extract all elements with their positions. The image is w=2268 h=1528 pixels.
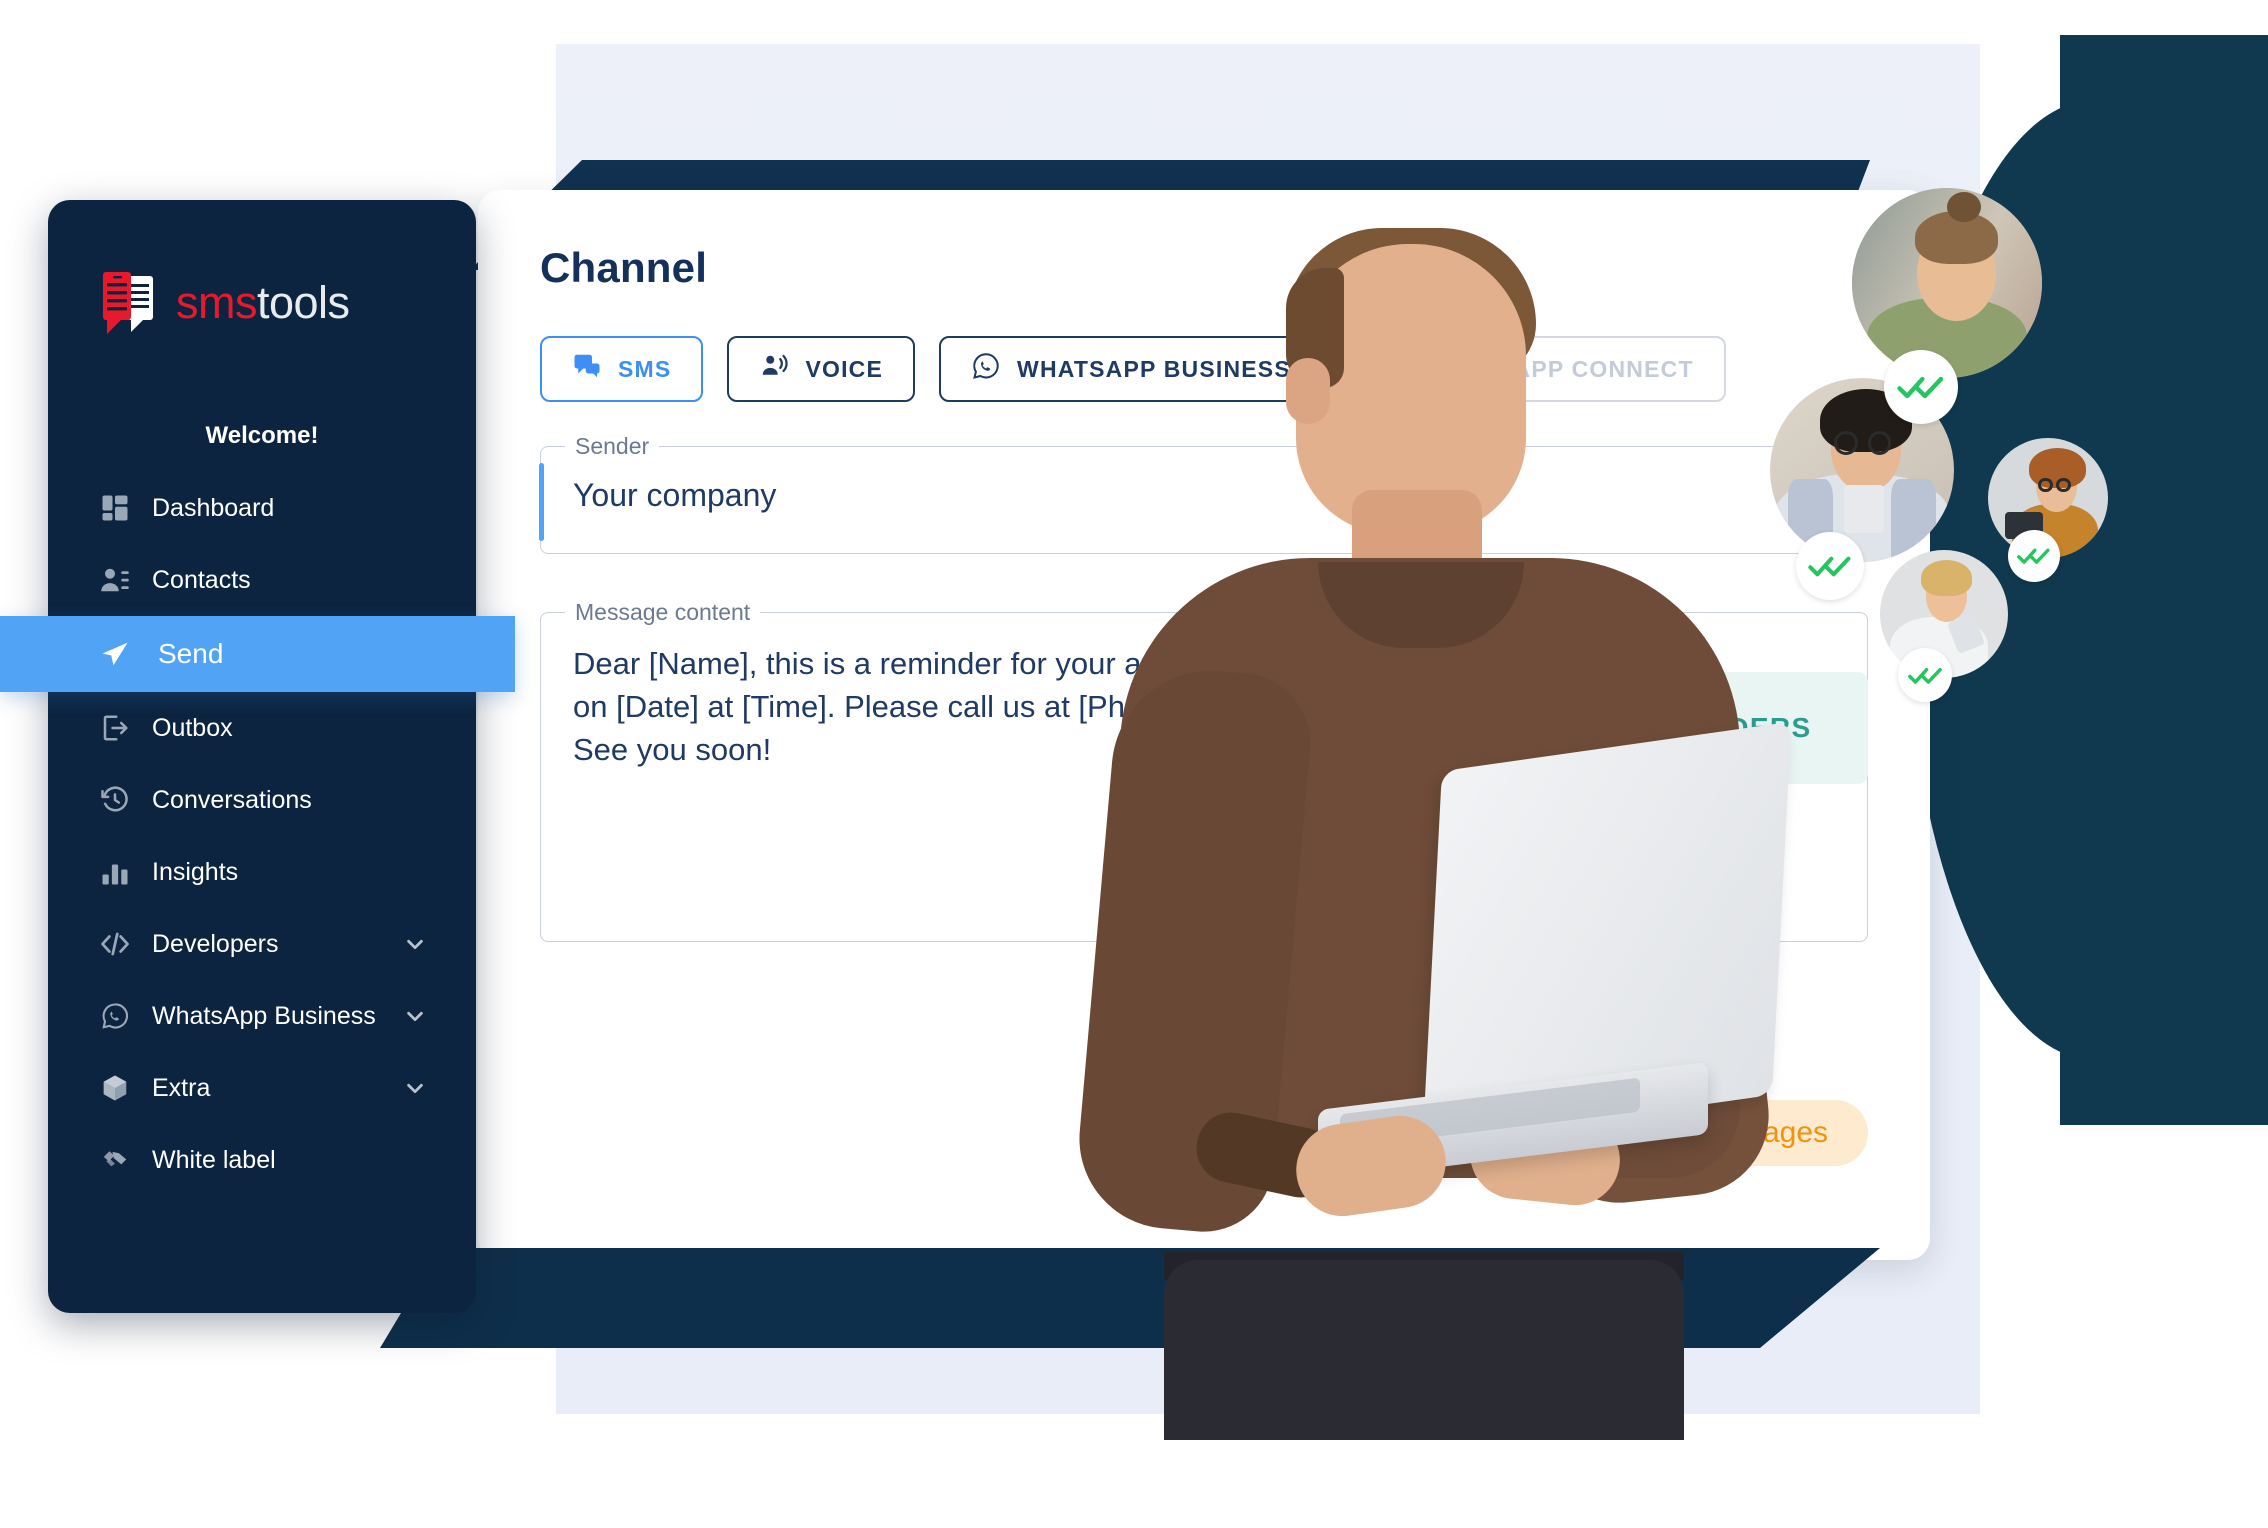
contacts-person-icon bbox=[98, 563, 132, 597]
sidebar-item-conversations[interactable]: Conversations bbox=[48, 764, 476, 836]
sidebar-item-dashboard[interactable]: Dashboard bbox=[48, 472, 476, 544]
page-title: Channel bbox=[540, 244, 708, 291]
app-window-card: Channel SMS VOICE WHATSAPP BUSINESS WHAT… bbox=[478, 190, 1930, 1260]
sidebar-item-label: Developers bbox=[152, 929, 279, 958]
tab-whatsapp-connect-label: WHATSAPP CONNECT bbox=[1424, 355, 1694, 382]
sidebar-item-outbox[interactable]: Outbox bbox=[48, 692, 476, 764]
grid-dashboard-icon bbox=[98, 491, 132, 525]
sidebar-item-insights[interactable]: Insights bbox=[48, 836, 476, 908]
sidebar-item-label: Extra bbox=[152, 1073, 211, 1102]
tab-voice[interactable]: VOICE bbox=[727, 336, 916, 402]
whatsapp-icon bbox=[1379, 351, 1409, 387]
manage-senders-button[interactable]: MANAGE SENDERS bbox=[1468, 672, 1868, 784]
cube-box-icon bbox=[98, 1071, 132, 1105]
background-navy-band-bottom bbox=[380, 1248, 1880, 1348]
handshake-icon bbox=[98, 1143, 132, 1177]
double-check-icon bbox=[2008, 530, 2060, 582]
sidebar: smstools Welcome! Dashboard Contacts Sen… bbox=[0, 200, 515, 1313]
sidebar-item-label: Insights bbox=[152, 857, 239, 886]
background-teal-panel bbox=[2060, 35, 2268, 1125]
double-check-icon bbox=[1796, 532, 1864, 600]
paper-plane-icon bbox=[98, 637, 132, 671]
code-brackets-icon bbox=[98, 927, 132, 961]
sidebar-item-developers[interactable]: Developers bbox=[48, 908, 476, 980]
sidebar-item-send[interactable]: Send bbox=[0, 616, 515, 692]
tab-sms-label: SMS bbox=[618, 355, 672, 382]
sidebar-item-label: White label bbox=[152, 1145, 276, 1174]
sender-field[interactable]: Sender Your company bbox=[539, 433, 1868, 554]
sidebar-item-whatsapp-business[interactable]: WhatsApp Business bbox=[48, 980, 476, 1052]
chevron-down-icon[interactable] bbox=[398, 1077, 432, 1099]
avatar bbox=[1852, 188, 2042, 378]
chat-bubble-icon bbox=[572, 351, 602, 387]
voice-speaker-icon bbox=[759, 351, 789, 387]
sidebar-item-extra[interactable]: Extra bbox=[48, 1052, 476, 1124]
sidebar-item-label: Send bbox=[158, 638, 224, 669]
sidebar-item-label: WhatsApp Business bbox=[152, 1001, 376, 1030]
double-check-icon bbox=[1884, 350, 1958, 424]
double-check-icon bbox=[1898, 648, 1952, 702]
chevron-down-icon[interactable] bbox=[398, 1005, 432, 1027]
sidebar-item-label: Contacts bbox=[152, 565, 251, 594]
tab-sms[interactable]: SMS bbox=[540, 336, 704, 402]
sidebar-item-white-label[interactable]: White label bbox=[48, 1124, 476, 1196]
outbox-arrow-icon bbox=[98, 711, 132, 745]
sidebar-item-contacts[interactable]: Contacts bbox=[48, 544, 476, 616]
sidebar-item-label: Dashboard bbox=[152, 493, 275, 522]
scene: Channel SMS VOICE WHATSAPP BUSINESS WHAT… bbox=[0, 0, 2268, 1528]
tab-whatsapp-connect[interactable]: WHATSAPP CONNECT bbox=[1346, 336, 1726, 402]
message-content-legend: Message content bbox=[565, 599, 761, 626]
channel-tabs: SMS VOICE WHATSAPP BUSINESS WHATSAPP CON… bbox=[540, 336, 1868, 402]
whatsapp-icon bbox=[971, 351, 1001, 387]
brand-logo-sms: sms bbox=[176, 277, 258, 328]
sidebar-item-label: Outbox bbox=[152, 713, 233, 742]
brand-logo-tools: tools bbox=[257, 277, 350, 328]
sender-field-legend: Sender bbox=[565, 433, 660, 460]
sidebar-item-label: Conversations bbox=[152, 785, 312, 814]
card-content: Channel SMS VOICE WHATSAPP BUSINESS WHAT… bbox=[478, 190, 1930, 1260]
brand-logo-text: smstools bbox=[176, 277, 350, 329]
tab-whatsapp-business[interactable]: WHATSAPP BUSINESS bbox=[939, 336, 1323, 402]
message-count-badge: 2 Messages bbox=[1626, 1100, 1868, 1166]
chat-bubble-phone-icon bbox=[98, 270, 160, 336]
chevron-down-icon[interactable] bbox=[398, 933, 432, 955]
tab-whatsapp-business-label: WHATSAPP BUSINESS bbox=[1017, 355, 1291, 382]
brand-logo[interactable]: smstools bbox=[48, 200, 476, 336]
welcome-text: Welcome! bbox=[205, 422, 319, 449]
clock-history-icon bbox=[98, 783, 132, 817]
whatsapp-icon bbox=[98, 999, 132, 1033]
sender-input[interactable]: Your company bbox=[541, 447, 1867, 550]
bar-chart-icon bbox=[98, 855, 132, 889]
tab-voice-label: VOICE bbox=[805, 355, 884, 382]
sidebar-nav: Dashboard Contacts Send Outbox Conversat… bbox=[0, 472, 515, 1196]
